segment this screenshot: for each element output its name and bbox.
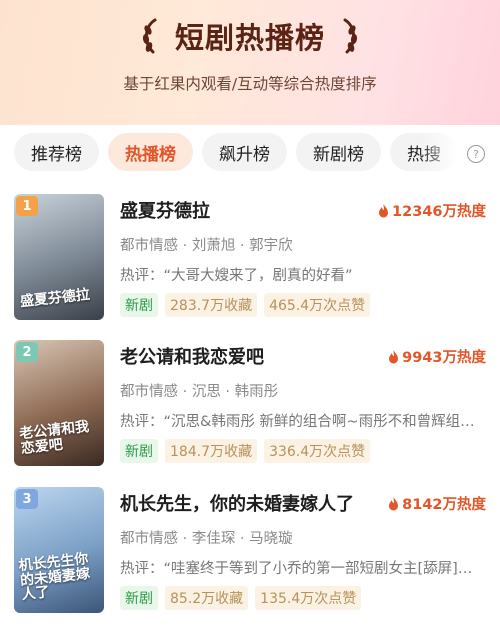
drama-tags: 都市情感 · 李佳琛 · 马晓璇 [120,531,293,547]
hot-review: 热评：“哇塞终于等到了小乔的第一部短剧女主[舔屏]… [120,561,473,577]
title-row: 短剧热播榜 [0,12,500,60]
header-banner: 短剧热播榜 基于红果内观看/互动等综合热度排序 [0,0,500,125]
new-badge: 新剧 [120,293,158,317]
page-subtitle: 基于红果内观看/互动等综合热度排序 [123,75,377,93]
hot-review: 热评：“沉思&韩雨彤 新鲜的组合啊~雨彤不和曾辉组… [120,414,475,430]
heat-score: 8142万热度 [388,493,486,514]
list-item[interactable]: 3 机长先生你的未婚妻嫁人了 机长先生，你的未婚妻嫁人了 8142万热度 都市情… [14,487,500,621]
fire-icon [389,349,399,363]
heat-value: 8142万热度 [402,497,486,513]
heat-value: 9943万热度 [402,350,486,366]
laurel-left-icon [142,18,157,54]
drama-poster[interactable]: 2 老公请和我恋爱吧 [14,340,104,466]
collect-count: 283.7万收藏 [165,293,258,317]
heat-score: 12346万热度 [378,200,486,221]
tab-recommend[interactable]: 推荐榜 [14,133,99,171]
like-count: 465.4万次点赞 [264,293,371,317]
rank-badge: 2 [16,342,38,362]
rank-badge: 3 [16,489,38,509]
tab-hot[interactable]: 热播榜 [108,133,193,171]
poster-title: 机长先生你的未婚妻嫁人了 [17,550,91,604]
question-circle-icon[interactable]: ? [467,145,485,163]
drama-tags: 都市情感 · 沉思 · 韩雨彤 [120,384,279,400]
list-item[interactable]: 1 盛夏芬德拉 盛夏芬德拉 12346万热度 都市情感 · 刘萧旭 · 郭宇欣 … [14,194,500,328]
drama-title[interactable]: 机长先生，你的未婚妻嫁人了 [120,490,354,516]
laurel-right-icon [343,18,358,54]
new-badge: 新剧 [120,586,158,610]
like-count: 336.4万次点赞 [264,439,371,463]
stat-badges: 新剧 85.2万收藏 135.4万次点赞 [120,586,362,610]
fire-icon [389,496,399,510]
drama-poster[interactable]: 1 盛夏芬德拉 [14,194,104,320]
page-title: 短剧热播榜 [174,21,325,55]
collect-count: 85.2万收藏 [165,586,249,610]
drama-title[interactable]: 老公请和我恋爱吧 [120,343,264,369]
tab-rising[interactable]: 飙升榜 [202,133,287,171]
fire-icon [379,203,389,217]
stat-badges: 新剧 283.7万收藏 465.4万次点赞 [120,293,371,317]
drama-tags: 都市情感 · 刘萧旭 · 郭宇欣 [120,238,293,254]
drama-poster[interactable]: 3 机长先生你的未婚妻嫁人了 [14,487,104,613]
tab-new[interactable]: 新剧榜 [296,133,381,171]
rank-badge: 1 [16,196,38,216]
like-count: 135.4万次点赞 [255,586,362,610]
drama-title[interactable]: 盛夏芬德拉 [120,197,210,223]
new-badge: 新剧 [120,439,158,463]
stat-badges: 新剧 184.7万收藏 336.4万次点赞 [120,439,371,463]
heat-value: 12346万热度 [392,204,486,220]
poster-title: 盛夏芬德拉 [19,287,91,311]
collect-count: 184.7万收藏 [165,439,258,463]
tab-fade-overlay [420,133,460,173]
list-item[interactable]: 2 老公请和我恋爱吧 老公请和我恋爱吧 9943万热度 都市情感 · 沉思 · … [14,340,500,474]
poster-title: 老公请和我恋爱吧 [18,418,90,457]
hot-review: 热评：“大哥大嫂来了，剧真的好看” [120,268,353,284]
heat-score: 9943万热度 [388,346,486,367]
